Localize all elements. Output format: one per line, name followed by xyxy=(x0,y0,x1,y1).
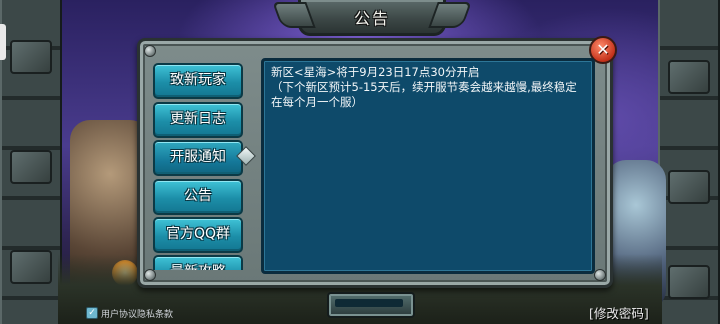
left-edge-handle xyxy=(0,24,6,60)
notice-content-area[interactable]: 新区<星海>将于9月23日17点30分开启 （下个新区预计5-15天后，续开服节… xyxy=(261,58,595,274)
tab-server-opening[interactable]: 开服通知 xyxy=(153,140,243,176)
tab-announcement[interactable]: 公告 xyxy=(153,179,243,215)
right-stone-pillar xyxy=(658,0,720,324)
tab-list: 致新玩家 更新日志 开服通知 公告 官方QQ群 最新攻略 xyxy=(145,58,249,270)
tab-new-players[interactable]: 致新玩家 xyxy=(153,63,243,99)
privacy-agreement: ✓ 用户协议隐私条款 xyxy=(86,306,173,320)
tab-guides[interactable]: 最新攻略 xyxy=(153,255,243,270)
tab-qq-group[interactable]: 官方QQ群 xyxy=(153,217,243,253)
bottom-ornament xyxy=(327,292,415,318)
notice-text: 新区<星海>将于9月23日17点30分开启 （下个新区预计5-15天后，续开服节… xyxy=(271,65,577,109)
rivet xyxy=(594,269,606,281)
close-x-icon: ✕ xyxy=(596,40,610,59)
rivet xyxy=(144,269,156,281)
rivet xyxy=(144,45,156,57)
tab-update-log[interactable]: 更新日志 xyxy=(153,102,243,138)
privacy-checkbox[interactable]: ✓ xyxy=(86,307,98,319)
panel-title: 公告 xyxy=(353,9,390,28)
privacy-label[interactable]: 用户协议隐私条款 xyxy=(101,307,173,320)
title-plate: 公告 xyxy=(272,0,472,36)
left-stone-pillar xyxy=(0,0,62,324)
change-password-link[interactable]: [修改密码] xyxy=(589,303,649,322)
bottom-ornament-inner xyxy=(335,299,403,307)
